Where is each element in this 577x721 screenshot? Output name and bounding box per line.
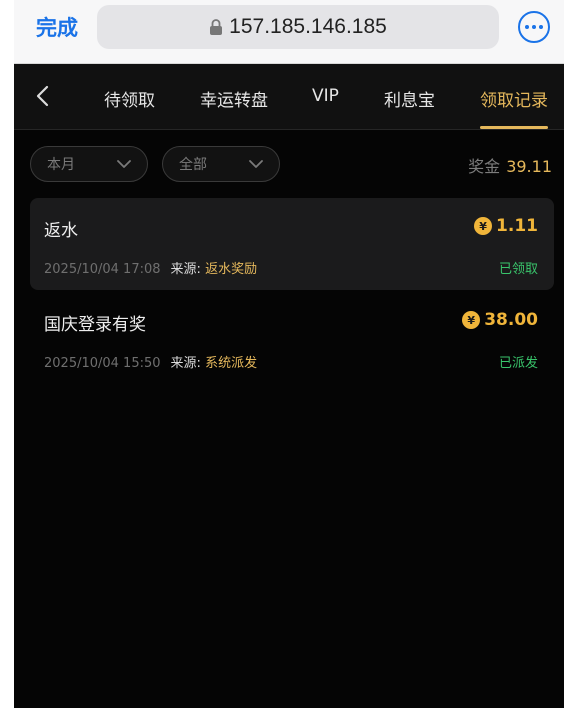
record-amount: ¥ 38.00: [462, 310, 538, 330]
record-item[interactable]: 国庆登录有奖 ¥ 38.00 2025/10/04 15:50 来源: 系统派发 …: [30, 292, 554, 384]
record-item[interactable]: 返水 ¥ 1.11 2025/10/04 17:08 来源: 返水奖励 已领取: [30, 198, 554, 290]
record-title: 返水: [44, 221, 78, 241]
record-source-label: 来源:: [170, 356, 201, 371]
category-filter-value: 全部: [179, 157, 207, 173]
record-amount-value: 38.00: [484, 310, 538, 330]
tab-vip[interactable]: VIP: [312, 86, 339, 106]
app-frame: 完成 157.185.146.185 待领取 幸运转盘 VIP 利息宝 领取记录…: [14, 0, 564, 708]
record-status: 已领取: [498, 262, 538, 277]
back-chevron-icon[interactable]: [32, 84, 56, 108]
address-bar[interactable]: 157.185.146.185: [97, 5, 499, 49]
category-filter-dropdown[interactable]: 全部: [162, 146, 280, 182]
chevron-down-icon: [249, 160, 263, 168]
chevron-down-icon: [117, 160, 131, 168]
done-button[interactable]: 完成: [36, 12, 78, 42]
coin-icon: ¥: [462, 311, 481, 329]
period-filter-value: 本月: [47, 157, 75, 173]
record-amount: ¥ 1.11: [474, 216, 538, 236]
record-datetime: 2025/10/04 17:08: [44, 262, 161, 277]
record-source: 返水奖励: [205, 262, 258, 277]
record-meta: 2025/10/04 17:08 来源: 返水奖励: [44, 258, 257, 277]
record-source: 系统派发: [205, 356, 258, 371]
bonus-total: 奖金 39.11: [468, 153, 552, 177]
record-datetime: 2025/10/04 15:50: [44, 356, 161, 371]
more-options-icon[interactable]: [518, 11, 550, 43]
record-amount-value: 1.11: [496, 216, 538, 236]
tab-interest[interactable]: 利息宝: [384, 86, 435, 111]
tab-pending[interactable]: 待领取: [104, 86, 155, 111]
browser-toolbar: 完成 157.185.146.185: [14, 0, 564, 64]
bonus-value: 39.11: [506, 157, 552, 176]
url-text: 157.185.146.185: [229, 15, 387, 38]
record-title: 国庆登录有奖: [44, 315, 146, 335]
period-filter-dropdown[interactable]: 本月: [30, 146, 148, 182]
tab-claim-records[interactable]: 领取记录: [480, 86, 548, 111]
coin-icon: ¥: [474, 217, 493, 235]
bonus-label: 奖金: [468, 157, 501, 176]
top-nav: 待领取 幸运转盘 VIP 利息宝 领取记录: [14, 64, 564, 130]
tab-lucky-wheel[interactable]: 幸运转盘: [200, 86, 268, 111]
active-tab-indicator: [480, 126, 548, 129]
lock-icon: [210, 19, 223, 35]
record-status: 已派发: [498, 356, 538, 371]
record-meta: 2025/10/04 15:50 来源: 系统派发: [44, 352, 257, 371]
record-source-label: 来源:: [170, 262, 201, 277]
